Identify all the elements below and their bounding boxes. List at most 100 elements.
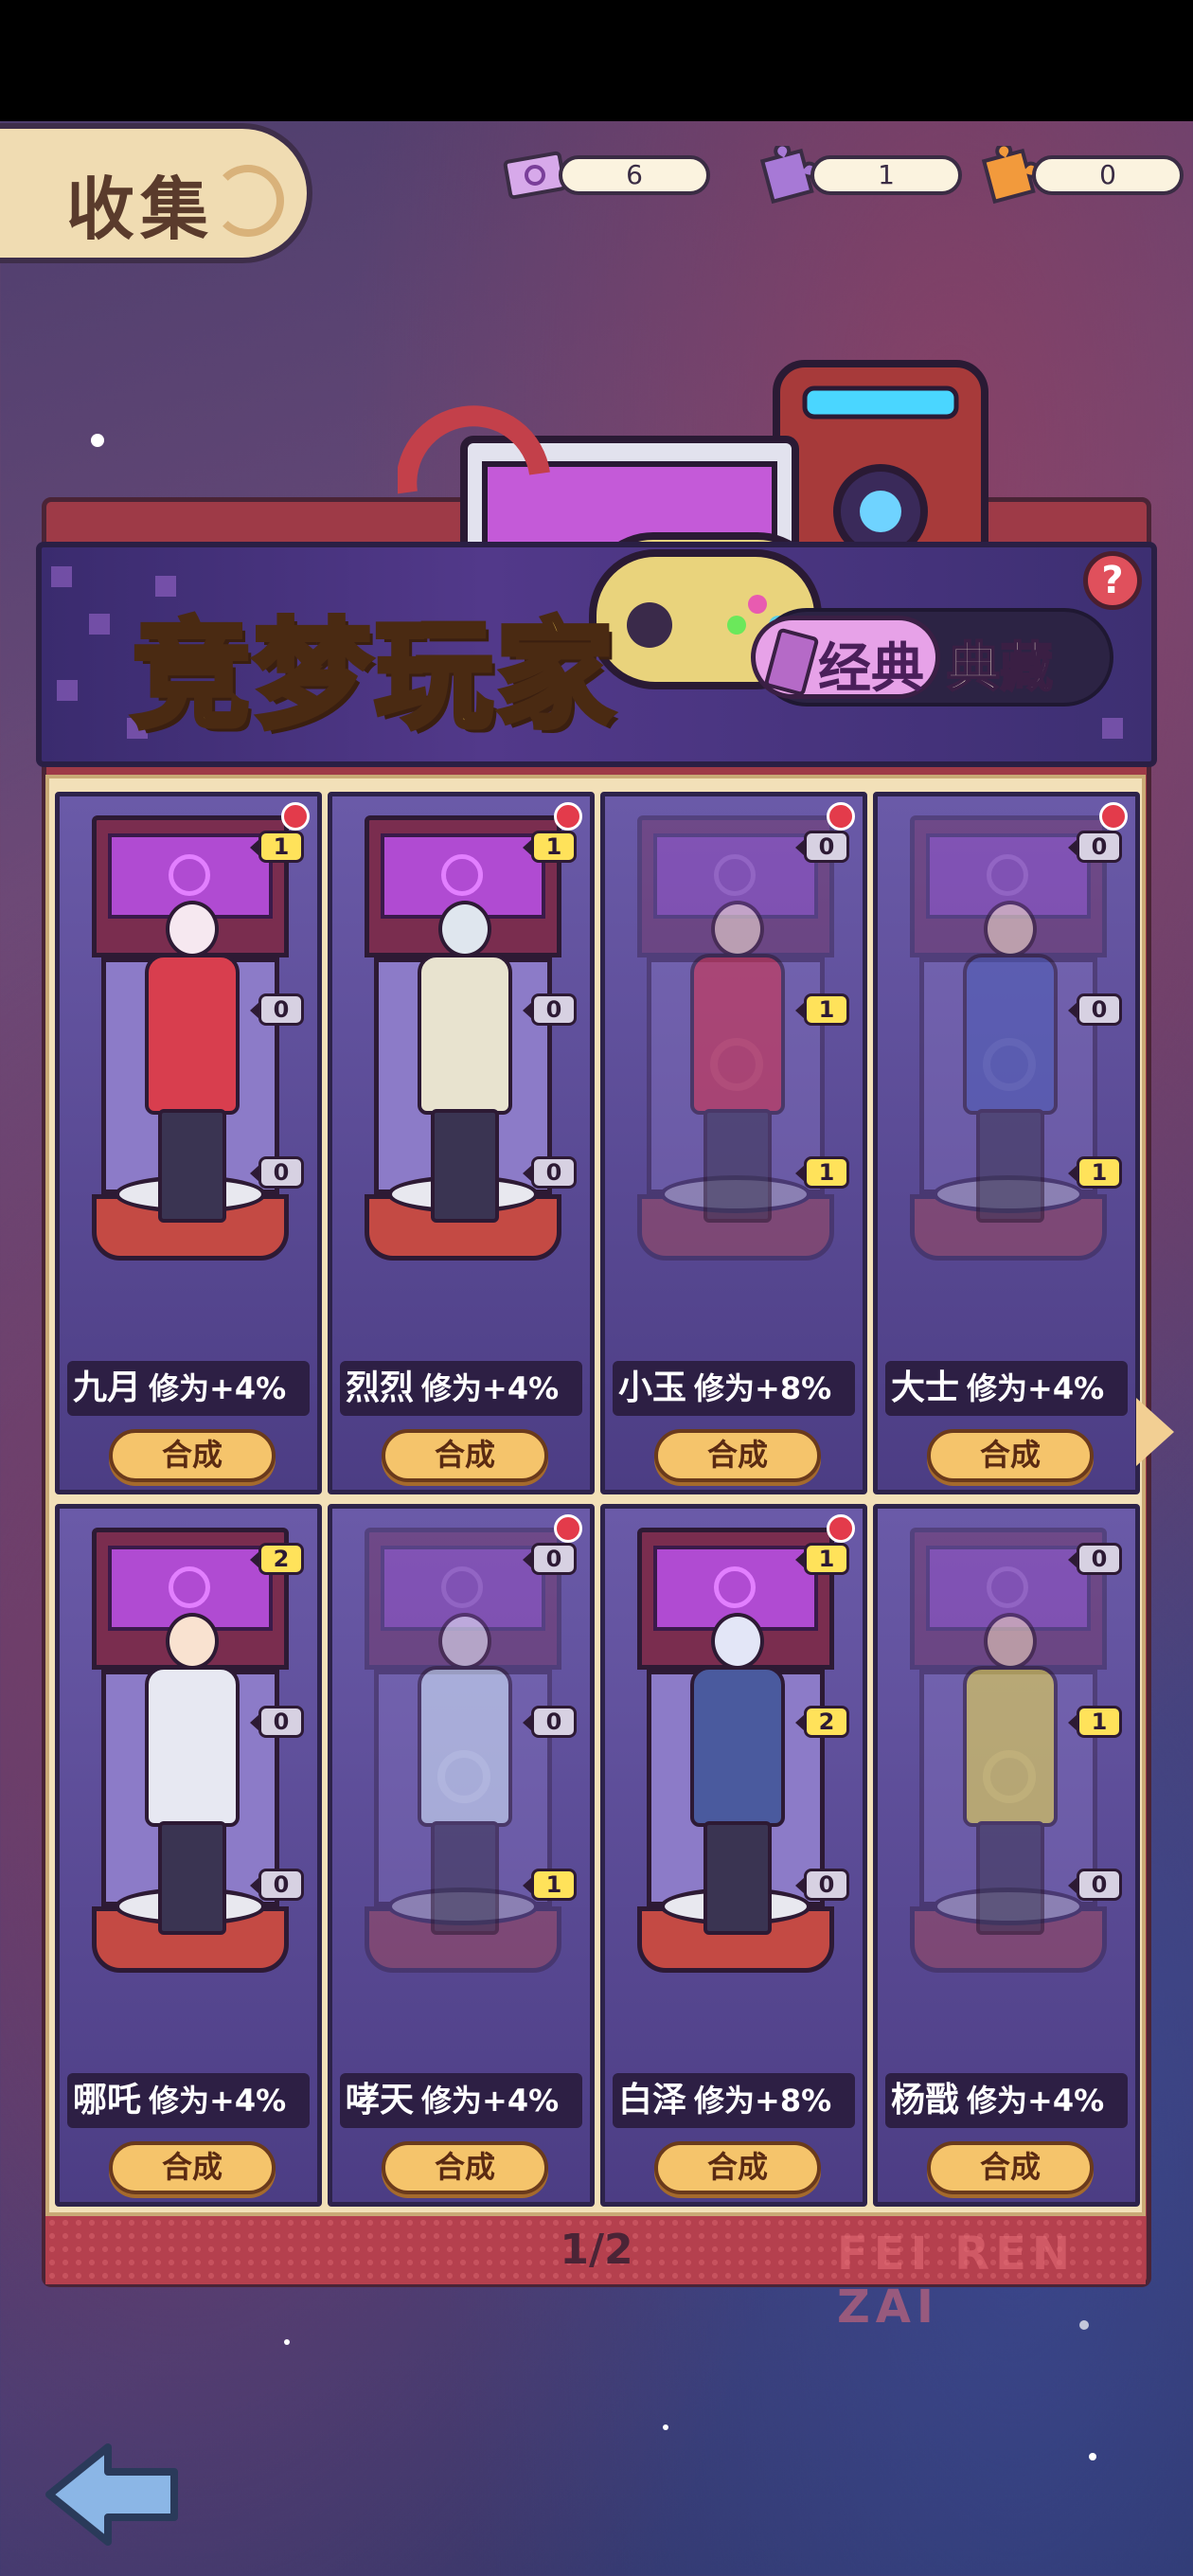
piece-count-badge: 1 [795,1543,849,1575]
watermark: FEI REN ZAI [837,2227,1077,2334]
piece-count-badge: 0 [250,1706,304,1738]
character-name: 大士 [891,1368,960,1407]
character-name-bar: 烈烈 修为+4% [340,1361,582,1416]
cultivation-bonus: 修为+8% [694,1370,832,1406]
help-icon[interactable]: ? [1083,551,1142,610]
merge-button[interactable]: 合成 [654,2141,821,2194]
merge-button[interactable]: 合成 [109,1429,276,1482]
piece-count-badge: 0 [523,993,577,1026]
cultivation-bonus: 修为+4% [149,2083,287,2119]
notification-dot [281,802,310,831]
character-card[interactable]: 0 1 0 杨戬 修为+4% 合成 [873,1504,1140,2207]
back-arrow-icon[interactable] [42,2438,184,2549]
character-card[interactable]: 0 0 1 大士 修为+4% 合成 [873,792,1140,1494]
character-name: 九月 [73,1368,142,1407]
character-figure [406,901,520,1242]
piece-count-badge: 0 [1068,993,1122,1026]
tab-classic[interactable]: 经典 [751,616,940,700]
piece-count-badge: 0 [795,1869,849,1901]
piece-count-badge: 1 [250,831,304,863]
piece-count-badge: 0 [1068,1543,1122,1575]
character-figure [679,901,792,1242]
notification-dot [554,1514,582,1543]
piece-count-badge: 1 [1068,1156,1122,1189]
next-page-arrow-icon[interactable] [1136,1398,1174,1466]
piece-count-badge: 0 [250,993,304,1026]
merge-button[interactable]: 合成 [654,1429,821,1482]
character-figure [134,901,247,1242]
piece-count-badge: 0 [523,1706,577,1738]
star-decoration [663,2424,668,2430]
ticket-count: 6 [559,155,710,195]
piece-count-badge: 0 [523,1543,577,1575]
merge-button[interactable]: 合成 [109,2141,276,2194]
character-card[interactable]: 1 0 0 烈烈 修为+4% 合成 [328,792,595,1494]
piece-count-badge: 0 [1068,831,1122,863]
character-name-bar: 小玉 修为+8% [613,1361,855,1416]
piece-count-badge: 2 [795,1706,849,1738]
character-name-bar: 哪吒 修为+4% [67,2073,310,2128]
character-figure [134,1613,247,1954]
piece-count-badge: 0 [795,831,849,863]
character-name-bar: 大士 修为+4% [885,1361,1128,1416]
piece-count-badge: 0 [523,1156,577,1189]
piece-count-badge: 0 [250,1869,304,1901]
character-figure [952,1613,1065,1954]
character-name: 白泽 [618,2081,687,2120]
character-figure [406,1613,520,1954]
piece-count-badge: 0 [250,1156,304,1189]
cultivation-bonus: 修为+4% [421,1370,560,1406]
star-decoration [284,2339,290,2345]
cultivation-bonus: 修为+8% [694,2083,832,2119]
character-name-bar: 哮天 修为+4% [340,2073,582,2128]
merge-button[interactable]: 合成 [927,1429,1094,1482]
star-decoration [91,434,104,447]
piece-count-badge: 1 [523,1869,577,1901]
piece-count-badge: 1 [1068,1706,1122,1738]
page-indicator: 1/2 [560,2226,633,2274]
character-name: 烈烈 [346,1368,415,1407]
character-card[interactable]: 0 0 1 哮天 修为+4% 合成 [328,1504,595,2207]
orange-puzzle-count: 0 [1032,155,1184,195]
merge-button[interactable]: 合成 [382,1429,548,1482]
collection-title-tab: 收集 [0,123,312,263]
character-name: 哪吒 [73,2081,142,2120]
star-decoration [1089,2453,1096,2460]
piece-count-badge: 1 [795,1156,849,1189]
character-card[interactable]: 1 0 0 九月 修为+4% 合成 [55,792,322,1494]
character-name: 哮天 [346,2081,415,2120]
piece-count-badge: 1 [523,831,577,863]
character-name-bar: 杨戬 修为+4% [885,2073,1128,2128]
tab-classic-label: 经典 [818,638,924,700]
merge-button[interactable]: 合成 [382,2141,548,2194]
character-name: 杨戬 [891,2081,960,2120]
character-card[interactable]: 2 0 0 哪吒 修为+4% 合成 [55,1504,322,2207]
page-title: 收集 [66,170,215,249]
merge-button[interactable]: 合成 [927,2141,1094,2194]
ticket-counter[interactable]: 6 [502,151,729,200]
piece-count-badge: 2 [250,1543,304,1575]
orange-puzzle-counter[interactable]: 0 [975,146,1193,205]
character-name: 小玉 [618,1368,687,1407]
character-card[interactable]: 1 2 0 白泽 修为+8% 合成 [600,1504,867,2207]
card-icon [763,627,820,697]
tab-collection[interactable]: 典藏 [946,625,1054,702]
piece-count-badge: 0 [1068,1869,1122,1901]
cultivation-bonus: 修为+4% [967,1370,1105,1406]
character-figure [679,1613,792,1954]
notification-dot [1099,802,1128,831]
swirl-decoration [212,165,284,237]
purple-puzzle-counter[interactable]: 1 [754,146,981,205]
piece-count-badge: 1 [795,993,849,1026]
purple-puzzle-count: 1 [810,155,962,195]
character-card[interactable]: 0 1 1 小玉 修为+8% 合成 [600,792,867,1494]
status-bar [0,0,1193,121]
notification-dot [827,802,855,831]
character-name-bar: 九月 修为+4% [67,1361,310,1416]
notification-dot [827,1514,855,1543]
character-figure [952,901,1065,1242]
cultivation-bonus: 修为+4% [421,2083,560,2119]
character-name-bar: 白泽 修为+8% [613,2073,855,2128]
cultivation-bonus: 修为+4% [149,1370,287,1406]
notification-dot [554,802,582,831]
